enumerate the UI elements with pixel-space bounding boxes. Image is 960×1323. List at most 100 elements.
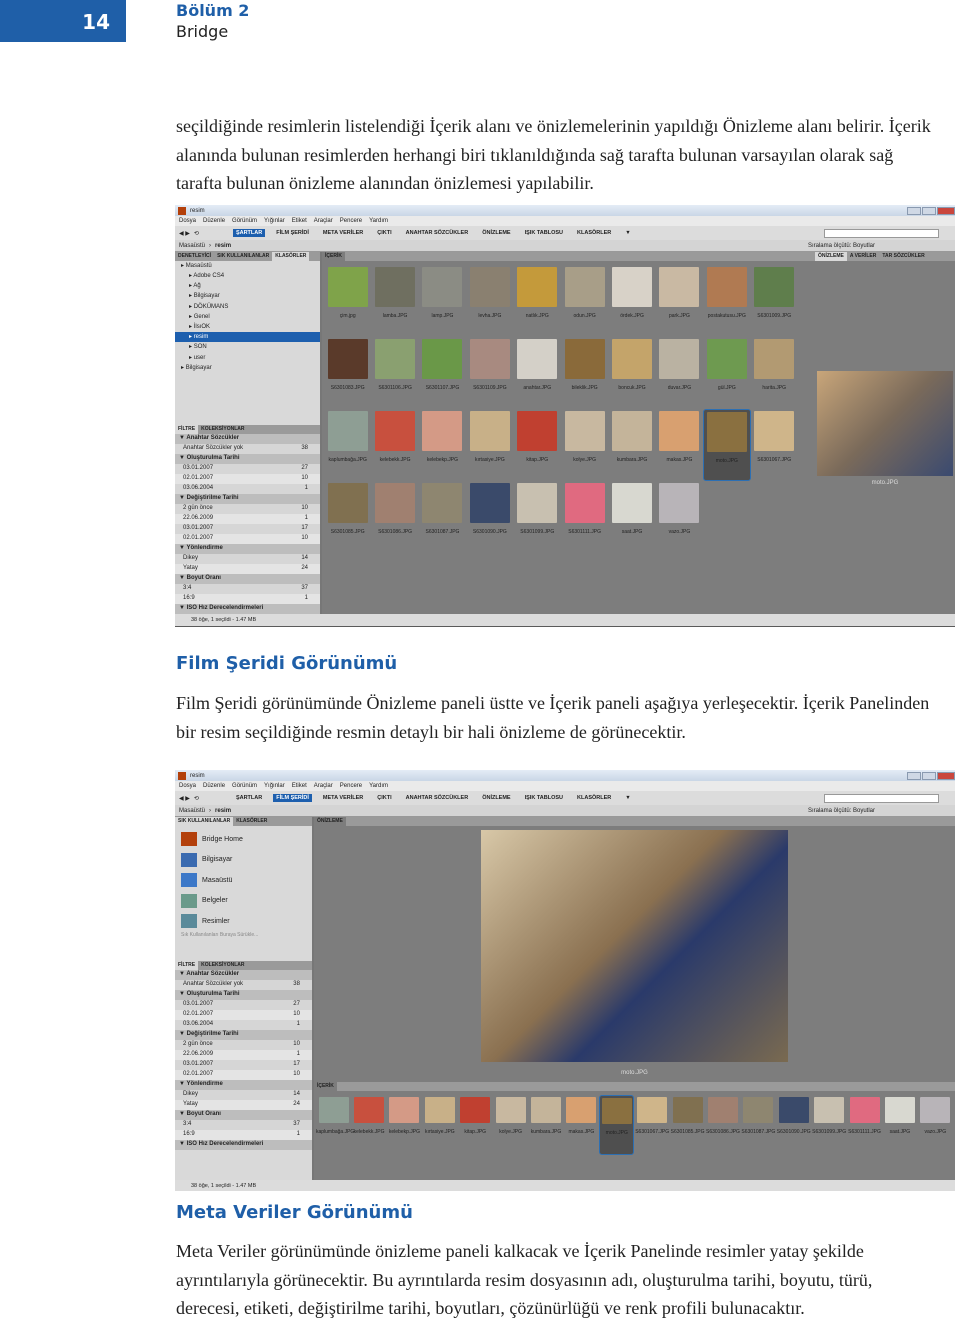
thumbnail-item[interactable]: bileklik.JPG bbox=[561, 337, 608, 409]
panel-tab[interactable]: ÖNİZLEME bbox=[815, 252, 847, 261]
filter-row[interactable]: 3:4 37 bbox=[175, 1120, 312, 1130]
thumbnail-item[interactable]: kolye.JPG bbox=[561, 409, 608, 481]
thumbnail-item[interactable]: S6301111.JPG bbox=[561, 481, 608, 553]
thumbnail-item[interactable]: kaplumbağa.JPG bbox=[324, 409, 371, 481]
menu-item[interactable]: Yığınlar bbox=[264, 783, 285, 789]
filter-row[interactable]: 03.01.2007 27 bbox=[175, 1000, 312, 1010]
panel-tab[interactable]: DENETLEYİCİ bbox=[175, 252, 214, 261]
filter-row[interactable]: 2 gün önce 10 bbox=[175, 504, 320, 515]
filter-row[interactable]: 02.01.2007 10 bbox=[175, 534, 320, 545]
thumbnail-item[interactable]: S6301009.JPG bbox=[751, 265, 798, 337]
workspace-tab[interactable]: KLASÖRLER bbox=[574, 229, 614, 237]
thumbnail-item[interactable]: S6301085.JPG bbox=[670, 1095, 705, 1155]
tree-item[interactable]: ▸ Masaüstü bbox=[175, 261, 320, 271]
panel-tab[interactable]: SIK KULLANILANLAR bbox=[175, 817, 234, 826]
filter-row[interactable]: Yatay 24 bbox=[175, 564, 320, 575]
workspace-tab[interactable]: ÖNİZLEME bbox=[479, 794, 513, 802]
filter-row[interactable]: 02.01.2007 10 bbox=[175, 474, 320, 485]
filter-group-header[interactable]: ▼ Boyut Oranı bbox=[175, 574, 320, 585]
thumbnail-item[interactable]: saat.JPG bbox=[882, 1095, 917, 1155]
tree-item[interactable]: ▸ Genel bbox=[175, 312, 320, 322]
thumbnail-item[interactable]: S6301067.JPG bbox=[634, 1095, 669, 1155]
menu-item[interactable]: Düzenle bbox=[203, 218, 225, 224]
workspace-tab[interactable]: ŞARTLAR bbox=[233, 794, 265, 802]
workspace-tab[interactable]: ŞARTLAR bbox=[232, 229, 266, 237]
menu-item[interactable]: Yardım bbox=[369, 783, 388, 789]
workspace-tab[interactable]: ANAHTAR SÖZCÜKLER bbox=[403, 794, 472, 802]
search-input[interactable] bbox=[824, 228, 939, 238]
tree-item[interactable]: ▸ Bilgisayar bbox=[175, 363, 320, 373]
thumbnail-item[interactable]: kelebekk.JPG bbox=[351, 1095, 386, 1155]
thumbnail-item[interactable]: odun.JPG bbox=[561, 265, 608, 337]
panel-tab[interactable]: A VERİLER bbox=[847, 252, 879, 261]
back-icon[interactable]: ◀ ▶ bbox=[179, 230, 190, 237]
filter-group-header[interactable]: ▼ Değiştirilme Tarihi bbox=[175, 1030, 312, 1040]
thumbnail-item[interactable]: kumbara.JPG bbox=[608, 409, 655, 481]
workspace-tab[interactable]: FİLM ŞERİDİ bbox=[273, 229, 312, 237]
filter-row[interactable]: 03.06.2004 1 bbox=[175, 1020, 312, 1030]
thumbnail-item[interactable]: S6301107.JPG bbox=[419, 337, 466, 409]
tree-item[interactable]: ▸ SON bbox=[175, 342, 320, 352]
filter-tab[interactable]: KOLEKSİYONLAR bbox=[198, 425, 247, 434]
thumbnail-item[interactable]: S6301106.JPG bbox=[371, 337, 418, 409]
thumbnail-item[interactable]: S6301099.JPG bbox=[514, 481, 561, 553]
thumbnail-item[interactable]: makas.JPG bbox=[656, 409, 703, 481]
breadcrumb-desktop[interactable]: Masaüstü bbox=[179, 808, 205, 814]
filter-row[interactable]: Yatay 24 bbox=[175, 1100, 312, 1110]
workspace-menu-icon[interactable]: ▼ bbox=[622, 229, 633, 237]
filter-row[interactable]: 03.01.2007 27 bbox=[175, 464, 320, 475]
thumbnail-item[interactable]: levha.JPG bbox=[466, 265, 513, 337]
preview-tab[interactable]: ÖNİZLEME bbox=[313, 817, 346, 826]
maximize-button[interactable] bbox=[922, 771, 936, 780]
filter-tab[interactable]: KOLEKSİYONLAR bbox=[198, 961, 247, 970]
close-button[interactable] bbox=[937, 771, 955, 780]
filter-row[interactable]: 22.06.2009 1 bbox=[175, 514, 320, 525]
close-button[interactable] bbox=[937, 206, 955, 215]
filmstrip[interactable]: kaplumbağa.JPG kelebekk.JPG kelebekp.JPG kı… bbox=[314, 1091, 955, 1159]
thumbnail-item[interactable]: moto.JPG bbox=[703, 409, 751, 481]
panel-tab[interactable]: SIK KULLANILANLAR bbox=[214, 252, 272, 261]
thumbnail-item[interactable]: park.JPG bbox=[656, 265, 703, 337]
thumbnail-item[interactable]: anahtar.JPG bbox=[514, 337, 561, 409]
menu-item[interactable]: Etiket bbox=[292, 783, 307, 789]
filter-group-header[interactable]: ▼ Yönlendirme bbox=[175, 544, 320, 555]
menu-item[interactable]: Pencere bbox=[340, 218, 362, 224]
filter-group-header[interactable]: ▼ Oluşturulma Tarihi bbox=[175, 454, 320, 465]
thumbnail-item[interactable]: vazo.JPG bbox=[656, 481, 703, 553]
thumbnail-item[interactable]: S6301111.JPG bbox=[847, 1095, 882, 1155]
tree-item[interactable]: ▸ user bbox=[175, 353, 320, 363]
thumbnail-item[interactable]: S6301087.JPG bbox=[419, 481, 466, 553]
thumbnail-item[interactable]: S6301090.JPG bbox=[466, 481, 513, 553]
menu-item[interactable]: Dosya bbox=[179, 783, 196, 789]
filter-tab[interactable]: FİLTRE bbox=[175, 961, 199, 970]
thumbnail-item[interactable]: S6301090.JPG bbox=[776, 1095, 811, 1155]
thumbnail-item[interactable]: duvar.JPG bbox=[656, 337, 703, 409]
thumbnail-item[interactable]: kitap.JPG bbox=[514, 409, 561, 481]
filter-row[interactable]: 3:4 37 bbox=[175, 584, 320, 595]
thumbnail-item[interactable]: kırtasiye.JPG bbox=[466, 409, 513, 481]
sort-dropdown[interactable]: Sıralama ölçütü: Boyutlar bbox=[808, 808, 875, 814]
thumbnail-item[interactable]: S6301086.JPG bbox=[371, 481, 418, 553]
favorite-item[interactable]: Resimler bbox=[181, 911, 306, 932]
menu-item[interactable]: Yardım bbox=[369, 218, 388, 224]
thumbnail-item[interactable]: S6301086.JPG bbox=[705, 1095, 740, 1155]
menu-item[interactable]: Görünüm bbox=[232, 218, 257, 224]
thumbnail-item[interactable]: kelebekp.JPG bbox=[419, 409, 466, 481]
filter-row[interactable]: Dikey 14 bbox=[175, 1090, 312, 1100]
thumbnail-item[interactable]: S6301085.JPG bbox=[324, 481, 371, 553]
thumbnail-item[interactable]: postakutusu.JPG bbox=[703, 265, 750, 337]
menu-item[interactable]: Araçlar bbox=[314, 218, 333, 224]
content-tab[interactable]: İÇERİK bbox=[322, 252, 345, 261]
favorite-item[interactable]: Bridge Home bbox=[181, 829, 306, 850]
filter-group-header[interactable]: ▼ Yönlendirme bbox=[175, 1080, 312, 1090]
filter-row[interactable]: Dikey 14 bbox=[175, 554, 320, 565]
tree-item[interactable]: ▸ Bilgisayar bbox=[175, 291, 320, 301]
menu-item[interactable]: Araçlar bbox=[314, 783, 333, 789]
filter-row[interactable]: 2 gün önce 10 bbox=[175, 1040, 312, 1050]
menu-item[interactable]: Etiket bbox=[292, 218, 307, 224]
minimize-button[interactable] bbox=[907, 771, 921, 780]
thumbnail-item[interactable]: S6301099.JPG bbox=[811, 1095, 846, 1155]
workspace-tab[interactable]: ÇIKTI bbox=[374, 794, 394, 802]
filter-row[interactable]: Anahtar Sözcükler yok 38 bbox=[175, 444, 320, 455]
tree-item[interactable]: ▸ DÖKÜMANS bbox=[175, 302, 320, 312]
